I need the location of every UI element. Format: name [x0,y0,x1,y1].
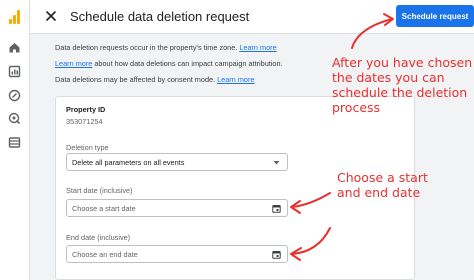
start-date-placeholder: Choose a start date [72,203,136,213]
annotation-line: After you have chosen [332,55,473,70]
reports-icon[interactable] [8,65,21,78]
end-date-input[interactable]: Choose an end date [66,245,288,263]
configure-icon[interactable] [8,136,21,149]
calendar-icon[interactable] [272,250,281,259]
annotation-line: and end date [337,185,421,200]
annotation-line: Choose a start [337,170,428,185]
info-attribution-text: about how data deletions can impact camp… [94,59,283,68]
property-id-value: 353071254 [66,117,103,126]
learn-more-attribution-link[interactable]: Learn more [55,59,92,68]
info-consent-text: Data deletions may be affected by consen… [55,75,216,84]
info-line-attribution: Learn more about how data deletions can … [55,59,283,68]
explore-icon[interactable] [8,89,21,102]
deletion-type-select[interactable]: Delete all parameters on all events [66,153,288,171]
learn-more-consent-link[interactable]: Learn more [217,75,254,84]
annotation-line: schedule the deletion [332,85,468,100]
info-timezone-text: Data deletion requests occur in the prop… [55,43,238,52]
end-date-label: End date (inclusive) [66,233,131,242]
deletion-type-value: Delete all parameters on all events [72,157,185,167]
learn-more-timezone-link[interactable]: Learn more [239,43,276,52]
analytics-logo-icon [8,10,22,24]
start-date-input[interactable]: Choose a start date [66,199,288,217]
end-date-placeholder: Choose an end date [72,249,138,259]
schedule-request-button[interactable]: Schedule request [396,5,474,27]
info-line-timezone: Data deletion requests occur in the prop… [55,43,277,52]
start-date-label: Start date (inclusive) [66,186,133,195]
dialog-title: Schedule data deletion request [70,9,250,24]
property-id-label: Property ID [66,105,106,114]
annotation-line: process [332,100,381,115]
chevron-down-icon [273,161,280,165]
deletion-type-label: Deletion type [66,143,109,152]
calendar-icon[interactable] [272,204,281,213]
close-icon[interactable] [44,9,58,23]
home-icon[interactable] [8,41,21,54]
info-line-consent: Data deletions may be affected by consen… [55,75,254,84]
annotation-dates-note: Choose a start and end date [337,170,428,200]
advertising-icon[interactable] [8,112,21,125]
side-nav-rail [0,0,30,280]
annotation-schedule-note: After you have chosen the dates you can … [332,55,472,115]
annotation-line: the dates you can [332,70,445,85]
